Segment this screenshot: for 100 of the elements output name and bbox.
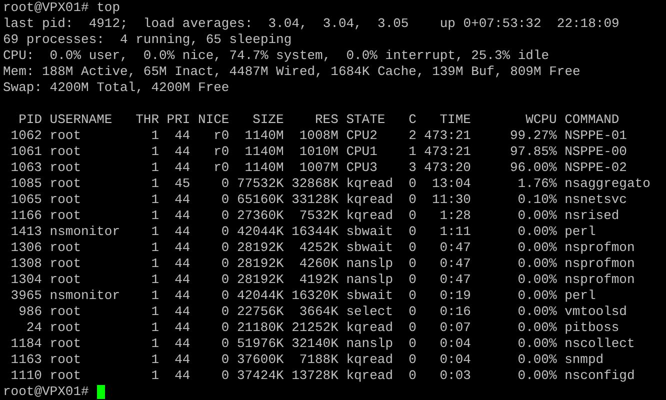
table-cell-text: 44 — [174, 256, 190, 272]
table-cell-text: 3664K — [298, 304, 338, 320]
summary-line: last pid: 4912; load averages: 3.04, 3.04, 3.05 up 0+07:53:32 22:18:09 — [3, 16, 620, 31]
command-line: root@VPX01# top — [3, 0, 120, 15]
table-cell-text: 0 — [408, 224, 416, 240]
column-header: PID — [18, 112, 42, 128]
table-cell-text: root — [50, 176, 82, 192]
table-cell-text: 1110 — [10, 368, 42, 384]
table-cell-text: 1140M — [244, 160, 284, 176]
table-cell-text: 32868K — [290, 176, 338, 192]
table-cell-text: 0:07 — [438, 320, 471, 336]
summary-line: CPU: 0.0% user, 0.0% nice, 74.7% system, 0.0% interrupt, 25.3% idle — [3, 48, 550, 63]
table-cell: nanslp — [346, 336, 393, 352]
summary-line: 69 processes: 4 running, 65 sleeping — [3, 32, 292, 47]
table-cell-text: 51976K — [236, 336, 284, 352]
table-cell-text: 0 — [408, 304, 416, 320]
table-cell-text: root — [50, 160, 82, 176]
table-cell: nsprofmon — [564, 256, 635, 272]
column-header: TIME — [438, 112, 471, 128]
table-cell-text: 65160K — [236, 192, 284, 208]
column-header: USERNAME — [50, 112, 114, 128]
column-header: NICE — [196, 112, 230, 128]
table-cell-text: 3965 — [10, 288, 42, 304]
table-cell-text: r0 — [212, 160, 230, 176]
table-cell-text: 42044K — [236, 288, 284, 304]
table-cell: nsnetsvc — [564, 192, 627, 208]
table-cell-text: 0.00% — [516, 240, 557, 256]
table-cell: sbwait — [346, 288, 393, 304]
table-cell-text: 0 — [408, 256, 416, 272]
column-header: THR — [134, 112, 159, 128]
table-cell-text: 97.85% — [508, 144, 557, 160]
table-cell-text: 44 — [174, 208, 190, 224]
shell-prompt: root@VPX01# — [3, 384, 89, 400]
table-cell-text: root — [50, 208, 82, 224]
table-cell-text: 0.00% — [516, 272, 557, 288]
table-cell-text: 33128K — [290, 192, 338, 208]
table-cell-text: 0 — [220, 352, 230, 368]
table-cell-text: r0 — [212, 128, 230, 144]
table-cell-text: 0:19 — [438, 288, 471, 304]
table-cell-text: 1 — [150, 224, 159, 240]
table-cell: sbwait — [346, 224, 393, 240]
table-cell-text: 1 — [150, 304, 159, 320]
table-cell-text: 45 — [174, 176, 190, 192]
table-cell-text: 0:03 — [438, 368, 471, 384]
column-header: SIZE — [252, 112, 284, 128]
table-cell-text: 0 — [408, 272, 416, 288]
table-cell-text: 0:47 — [438, 256, 471, 272]
table-cell-text: 44 — [174, 128, 190, 144]
table-cell-text: 1 — [150, 160, 159, 176]
table-cell-text: 0.00% — [516, 368, 557, 384]
table-cell-text: 1163 — [10, 352, 42, 368]
table-cell-text: 1 — [150, 208, 159, 224]
table-cell-text: r0 — [212, 144, 230, 160]
table-cell: kqread — [346, 176, 393, 192]
table-cell-text: root — [50, 240, 82, 256]
table-cell-text: 0 — [220, 240, 230, 256]
table-cell-text: 44 — [174, 224, 190, 240]
column-header: RES — [314, 112, 338, 128]
table-cell-text: 1008M — [298, 128, 338, 144]
table-cell: nsrised — [564, 208, 620, 224]
table-cell-text: 1413 — [10, 224, 42, 240]
table-cell-text: 0 — [408, 176, 416, 192]
table-cell-text: 0 — [220, 208, 230, 224]
table-cell-text: 1 — [150, 240, 159, 256]
table-cell-text: 473:21 — [423, 128, 471, 144]
table-cell-text: 0 — [220, 336, 230, 352]
table-cell-text: 44 — [174, 144, 190, 160]
table-cell-text: root — [50, 352, 82, 368]
table-cell-text: 13:04 — [430, 176, 471, 192]
table-cell-text: 16344K — [290, 224, 338, 240]
table-cell-text: 0 — [408, 192, 416, 208]
summary-line: Swap: 4200M Total, 4200M Free — [3, 80, 230, 95]
table-cell-text: 0.00% — [516, 224, 557, 240]
table-cell-text: root — [50, 144, 82, 160]
table-cell-text: 44 — [174, 368, 190, 384]
column-header: STATE — [346, 112, 386, 128]
table-cell-text: 16320K — [290, 288, 338, 304]
table-cell-text: 0:04 — [438, 352, 471, 368]
table-cell-text: 0 — [220, 320, 230, 336]
table-cell-text: 1 — [150, 272, 159, 288]
table-cell-text: 0.00% — [516, 288, 557, 304]
table-cell-text: 0.00% — [516, 352, 557, 368]
table-cell-text: 1 — [150, 288, 159, 304]
table-cell-text: 37424K — [236, 368, 284, 384]
table-cell: snmpd — [564, 352, 604, 368]
table-cell-text: 473:21 — [423, 144, 471, 160]
table-cell-text: root — [50, 304, 82, 320]
table-cell: NSPPE-00 — [564, 144, 627, 160]
column-header: C — [408, 112, 416, 128]
table-cell: perl — [564, 224, 596, 240]
table-cell-text: 0 — [220, 256, 230, 272]
table-cell: nsconfigd — [564, 368, 635, 384]
table-cell-text: root — [50, 336, 82, 352]
table-cell-text: 44 — [174, 272, 190, 288]
table-cell: kqread — [346, 368, 393, 384]
cursor-icon — [96, 385, 105, 399]
table-cell-text: 1308 — [10, 256, 42, 272]
table-cell-text: 473:20 — [423, 160, 471, 176]
table-cell-text: root — [50, 192, 82, 208]
table-cell-text: 44 — [174, 160, 190, 176]
